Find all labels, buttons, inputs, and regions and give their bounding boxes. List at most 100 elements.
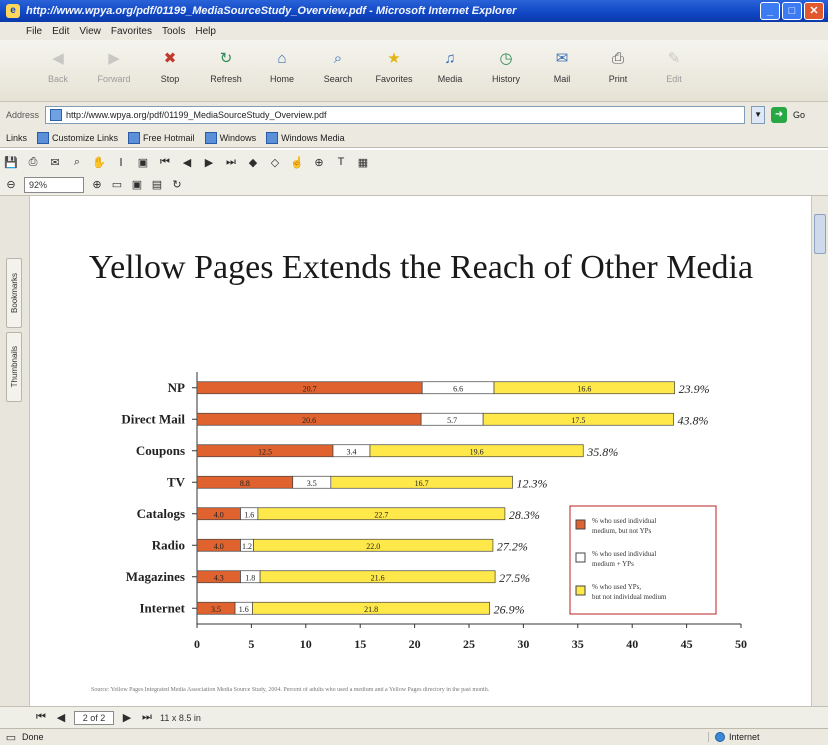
minimize-button[interactable]: _ (760, 2, 780, 20)
bar-value-label: 21.8 (364, 605, 378, 614)
rotate-icon[interactable]: ↻ (170, 178, 184, 192)
text-tool-icon[interactable]: T (334, 155, 348, 169)
bar-total-label: 43.8% (678, 413, 709, 427)
close-button[interactable]: ✕ (804, 2, 824, 20)
bar-value-label: 19.6 (470, 447, 484, 456)
hand-tool-icon[interactable]: ✋ (92, 155, 106, 169)
toolbar-mail-button[interactable]: ✉ Mail (538, 46, 586, 84)
link-icon (204, 131, 217, 144)
menu-favorites[interactable]: Favorites (111, 26, 152, 37)
select-text-icon[interactable]: Ⅰ (114, 155, 128, 169)
link-customize-links[interactable]: Customize Links (37, 131, 119, 144)
category-label: Coupons (136, 443, 185, 458)
menu-edit[interactable]: Edit (52, 26, 69, 37)
thumbnails-tab-label: Thumbnails (9, 346, 19, 388)
bookmarks-tab[interactable]: Bookmarks (6, 258, 22, 328)
link-windows[interactable]: Windows (204, 131, 256, 144)
bar-value-label: 16.6 (577, 384, 591, 393)
bar-total-label: 12.3% (517, 476, 548, 490)
forward-view-icon[interactable]: ◇ (268, 155, 282, 169)
bar-value-label: 1.6 (239, 605, 249, 614)
first-page-icon[interactable]: ⏮ (158, 155, 172, 169)
toolbar-forward-button[interactable]: ▶ Forward (90, 46, 138, 84)
zoom-in-icon[interactable]: ⊕ (312, 155, 326, 169)
address-dropdown-button[interactable]: ▼ (751, 106, 766, 124)
fit-page-icon[interactable]: ▣ (130, 178, 144, 192)
previous-page-icon[interactable]: ◀ (180, 155, 194, 169)
previous-page-button[interactable]: ◀ (54, 711, 68, 725)
save-icon[interactable]: 💾 (4, 155, 18, 169)
toolbar-stop-button[interactable]: ✖ Stop (146, 46, 194, 84)
toolbar-edit-button[interactable]: ✎ Edit (650, 46, 698, 84)
link-label: Free Hotmail (143, 132, 195, 143)
first-page-button[interactable]: ⏮ (34, 711, 48, 725)
vertical-scrollbar[interactable] (811, 196, 828, 706)
scrollbar-thumb[interactable] (814, 214, 826, 254)
link-free-hotmail[interactable]: Free Hotmail (128, 131, 195, 144)
toolbar-home-button[interactable]: ⌂ Home (258, 46, 306, 85)
toolbar-search-button[interactable]: ⌕ Search (314, 46, 362, 85)
status-text: Done (22, 732, 44, 742)
toolbar-back-button[interactable]: ◀ Back (34, 46, 82, 84)
menu-help[interactable]: Help (195, 26, 216, 37)
toolbar-print-button[interactable]: ⎙ Print (594, 46, 642, 85)
forward-arrow-icon: ▶ (108, 50, 120, 67)
search-icon[interactable]: ⌕ (70, 155, 84, 169)
status-bar: ▭ Done Internet (0, 728, 828, 745)
bar-total-label: 27.5% (499, 571, 530, 585)
email-icon[interactable]: ✉ (48, 155, 62, 169)
x-tick-label: 25 (463, 637, 475, 651)
link-label: Windows Media (281, 132, 345, 143)
link-label: Customize Links (52, 132, 119, 143)
address-input[interactable]: http://www.wpya.org/pdf/01199_MediaSourc… (45, 106, 746, 124)
page-number-field[interactable]: 2 of 2 (74, 710, 114, 725)
menu-file[interactable]: File (26, 26, 42, 37)
go-icon[interactable]: ➜ (771, 107, 788, 123)
toolbar-refresh-button[interactable]: ↻ Refresh (202, 46, 250, 84)
toolbar-favorites-button[interactable]: ★ Favorites (370, 46, 418, 84)
maximize-button[interactable]: □ (782, 2, 802, 20)
bar-total-label: 27.2% (497, 539, 528, 553)
toolbar-button-label: Search (323, 74, 353, 84)
link-icon (128, 131, 141, 144)
print-icon[interactable]: ⎙ (26, 155, 40, 169)
toolbar-button-label: Print (608, 74, 628, 84)
zoom-out-icon[interactable]: ⊖ (4, 178, 18, 192)
snapshot-icon[interactable]: ▣ (136, 155, 150, 169)
toolbar-media-button[interactable]: ♫ Media (426, 46, 474, 85)
toolbar-button-label: Refresh (210, 74, 242, 84)
fit-width-icon[interactable]: ▤ (150, 178, 164, 192)
stacked-bar-chart: 0 5 10 15 20 25 30 35 40 45 50 NP 20.7 6.6 16.6 23.9% Di… (121, 372, 747, 651)
toolbar-history-button[interactable]: ◷ History (482, 46, 530, 84)
hand-icon[interactable]: ☝ (290, 155, 304, 169)
media-icon: ♫ (444, 49, 456, 67)
legend-label: % who used individual (592, 550, 656, 558)
menu-tools[interactable]: Tools (162, 26, 185, 37)
bar-value-label: 20.6 (302, 416, 316, 425)
zoom-level-select[interactable]: 92% (24, 176, 84, 193)
toolbar-button-label: Favorites (375, 74, 413, 84)
internet-explorer-icon: e (6, 4, 20, 18)
x-tick-label: 0 (194, 637, 200, 651)
category-label: Magazines (126, 569, 185, 584)
last-page-icon[interactable]: ⏭ (224, 155, 238, 169)
page-icon (50, 109, 63, 121)
next-page-button[interactable]: ▶ (120, 711, 134, 725)
last-page-button[interactable]: ⏭ (140, 711, 154, 725)
link-windows-media[interactable]: Windows Media (266, 131, 345, 144)
legend-swatch (575, 585, 586, 596)
links-bar: Links Customize Links Free Hotmail Windo… (0, 128, 828, 148)
thumbnails-tab[interactable]: Thumbnails (6, 332, 22, 402)
menu-view[interactable]: View (79, 26, 101, 37)
toolbar-button-label: Media (437, 74, 463, 84)
next-page-icon[interactable]: ▶ (202, 155, 216, 169)
table-tool-icon[interactable]: ▦ (356, 155, 370, 169)
bar-value-label: 5.7 (447, 416, 457, 425)
zoom-in-icon[interactable]: ⊕ (90, 178, 104, 192)
x-tick-label: 5 (248, 637, 254, 651)
back-view-icon[interactable]: ◆ (246, 155, 260, 169)
go-button-label[interactable]: Go (793, 110, 805, 120)
toolbar-button-label: Back (47, 74, 68, 84)
actual-size-icon[interactable]: ▭ (110, 178, 124, 192)
legend-swatch (575, 552, 586, 563)
